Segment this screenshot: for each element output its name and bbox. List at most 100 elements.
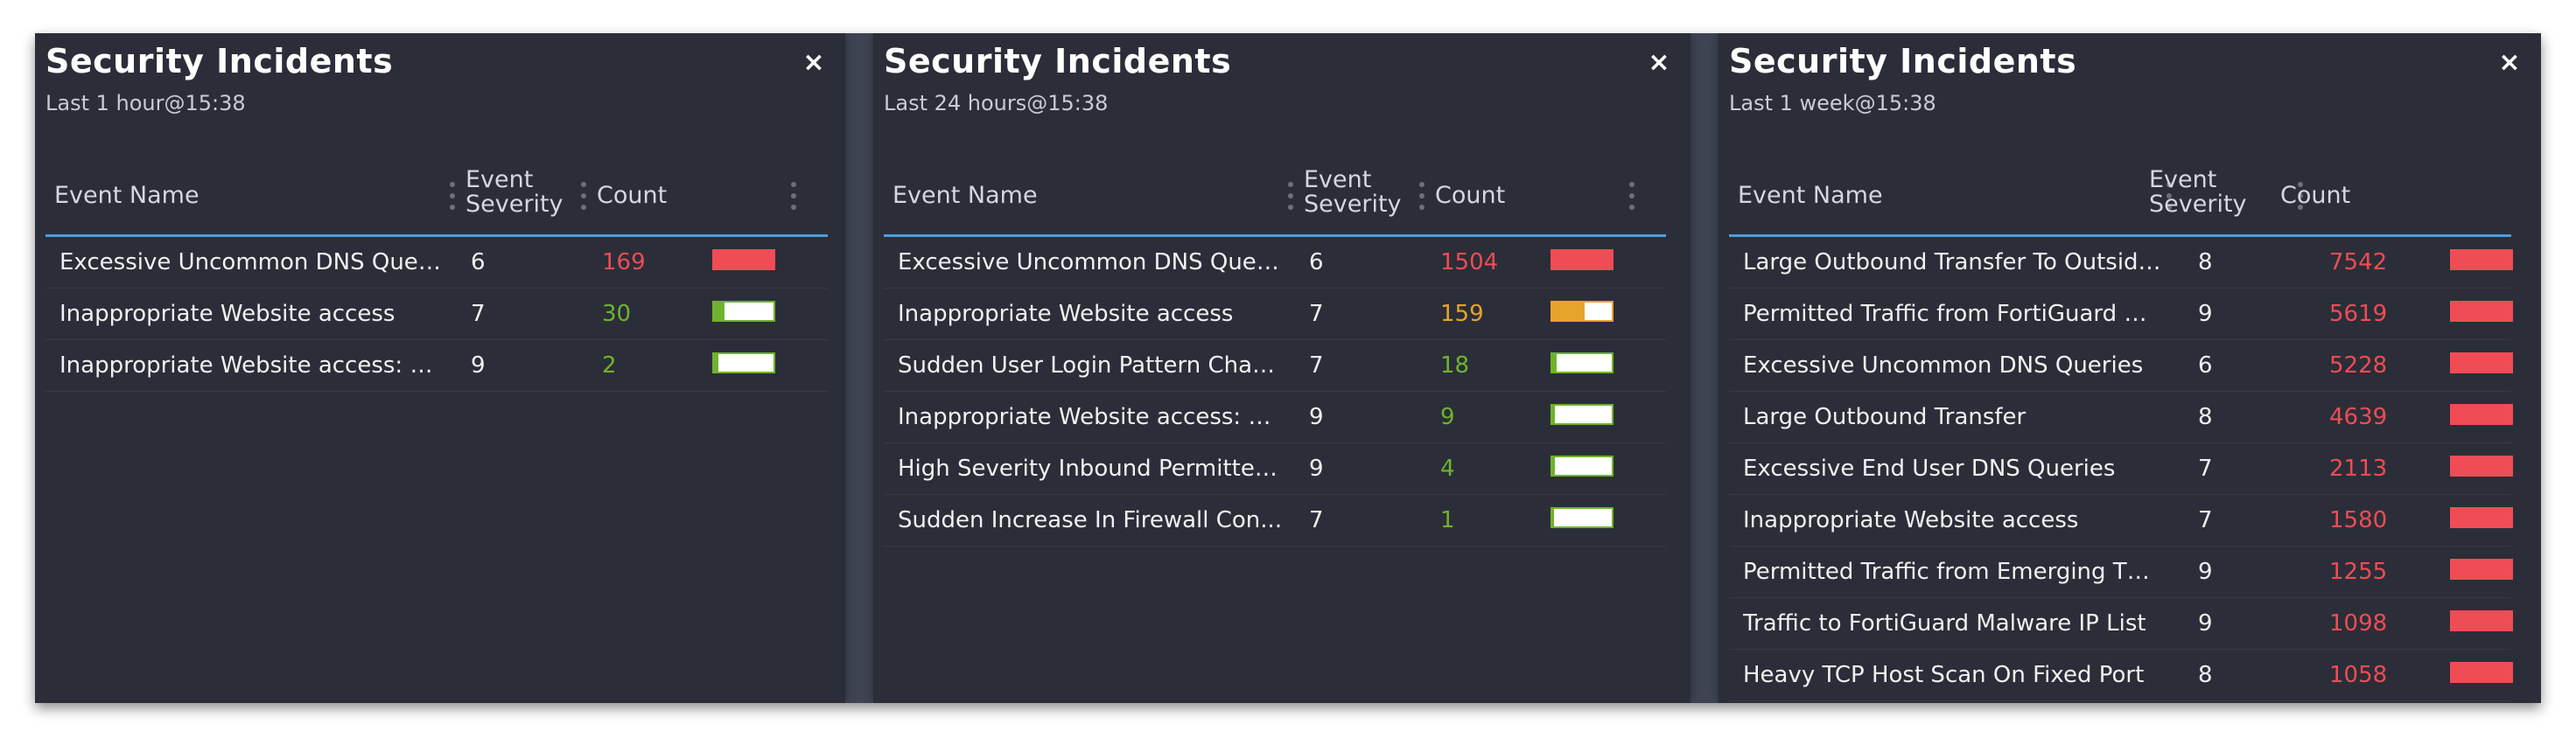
table-row[interactable]: Sudden User Login Pattern Change 7 18 bbox=[884, 340, 1666, 392]
count-bar-fill bbox=[1552, 406, 1556, 423]
event-name-cell: Inappropriate Website access: Hi... bbox=[60, 352, 444, 379]
event-name-cell: Traffic to FortiGuard Malware IP List bbox=[1743, 610, 2146, 637]
table-row[interactable]: High Severity Inbound Permitted... 9 4 bbox=[884, 443, 1666, 495]
count-bar-fill bbox=[1552, 354, 1557, 372]
widget-title: Security Incidents bbox=[884, 42, 1232, 80]
count-bar bbox=[2450, 404, 2513, 425]
incidents-table: Event Name Event Severity Count Excessive… bbox=[884, 156, 1666, 547]
event-name-cell: Inappropriate Website access bbox=[1743, 507, 2079, 533]
table-row[interactable]: Excessive End User DNS Queries 7 2113 bbox=[1729, 443, 2513, 495]
count-bar bbox=[2450, 249, 2513, 270]
close-icon[interactable]: × bbox=[800, 49, 828, 77]
close-icon[interactable]: × bbox=[2496, 49, 2524, 77]
count-bar bbox=[2450, 559, 2513, 580]
count-bar bbox=[1550, 507, 1614, 528]
count-bar bbox=[2450, 662, 2513, 683]
table-row[interactable]: Inappropriate Website access 7 30 bbox=[46, 289, 828, 340]
event-name-cell: Excessive Uncommon DNS Queries bbox=[60, 249, 444, 275]
table-row[interactable]: Permitted Traffic from Emerging Thr... 9 1… bbox=[1729, 547, 2513, 598]
count-cell: 1098 bbox=[2329, 610, 2388, 637]
event-name-cell: Heavy TCP Host Scan On Fixed Port bbox=[1743, 662, 2145, 688]
column-resize-handle[interactable] bbox=[1629, 182, 1634, 210]
table-row[interactable]: Sudden Increase In Firewall Con... 7 1 bbox=[884, 495, 1666, 547]
table-row[interactable]: Excessive Uncommon DNS Queries 6 5228 bbox=[1729, 340, 2513, 392]
count-bar bbox=[1550, 301, 1614, 322]
column-resize-handle[interactable] bbox=[1288, 182, 1293, 210]
column-header-count[interactable]: Count bbox=[2280, 182, 2350, 209]
event-severity-cell: 6 bbox=[1309, 249, 1324, 275]
event-severity-cell: 7 bbox=[2198, 456, 2213, 482]
event-name-cell: Large Outbound Transfer bbox=[1743, 404, 2026, 430]
count-cell: 1 bbox=[1440, 507, 1455, 533]
event-name-cell: Excessive Uncommon DNS Queries bbox=[1743, 352, 2144, 379]
table-row[interactable] bbox=[1729, 701, 2511, 703]
count-bar bbox=[2450, 301, 2513, 322]
widget-title: Security Incidents bbox=[46, 42, 394, 80]
column-header-event-severity[interactable]: Event Severity bbox=[1304, 168, 1402, 217]
table-body: Excessive Uncommon DNS Queries 6 169 Inappr… bbox=[46, 237, 828, 392]
event-severity-cell: 7 bbox=[1309, 352, 1324, 379]
table-row[interactable]: Large Outbound Transfer To Outside ... 8 7… bbox=[1729, 237, 2513, 289]
count-bar bbox=[1550, 404, 1614, 425]
count-cell: 9 bbox=[1440, 404, 1455, 430]
column-resize-handle[interactable] bbox=[581, 182, 586, 210]
count-cell: 169 bbox=[602, 249, 646, 275]
count-cell: 5228 bbox=[2329, 352, 2388, 379]
table-row[interactable]: Excessive Uncommon DNS Queries 6 1504 bbox=[884, 237, 1666, 289]
table-row[interactable]: Inappropriate Website access 7 159 bbox=[884, 289, 1666, 340]
count-bar bbox=[712, 249, 775, 270]
count-cell: 1058 bbox=[2329, 662, 2388, 688]
table-header: Event Name Event Severity Count bbox=[884, 156, 1666, 237]
event-name-cell: Large Outbound Transfer To Outside ... bbox=[1743, 249, 2163, 275]
table-row[interactable]: Permitted Traffic from FortiGuard Ma... 9… bbox=[1729, 289, 2513, 340]
count-cell: 5619 bbox=[2329, 301, 2388, 327]
event-severity-cell: 6 bbox=[471, 249, 486, 275]
column-header-event-severity[interactable]: Event Severity bbox=[466, 168, 564, 217]
widget-time-range: Last 24 hours@15:38 bbox=[884, 91, 1109, 115]
event-name-cell: Excessive Uncommon DNS Queries bbox=[898, 249, 1283, 275]
column-resize-handle[interactable] bbox=[791, 182, 796, 210]
column-header-count[interactable]: Count bbox=[1435, 182, 1505, 209]
table-row[interactable]: Heavy TCP Host Scan On Fixed Port 8 1058 bbox=[1729, 650, 2513, 701]
table-row[interactable]: Inappropriate Website access: Hi... 9 9 bbox=[884, 392, 1666, 443]
column-header-event-name[interactable]: Event Name bbox=[1738, 182, 1883, 209]
count-cell: 1504 bbox=[1440, 249, 1499, 275]
event-name-cell: Inappropriate Website access: Hi... bbox=[898, 404, 1283, 430]
count-cell: 159 bbox=[1440, 301, 1484, 327]
count-bar bbox=[1550, 352, 1614, 373]
count-bar-fill bbox=[1552, 457, 1555, 475]
event-name-cell: High Severity Inbound Permitted... bbox=[898, 456, 1283, 482]
column-resize-handle[interactable] bbox=[1419, 182, 1424, 210]
count-bar-fill bbox=[714, 354, 719, 372]
column-header-event-severity[interactable]: Event Severity bbox=[2149, 168, 2247, 217]
count-cell: 4639 bbox=[2329, 404, 2388, 430]
table-row[interactable]: Large Outbound Transfer 8 4639 bbox=[1729, 392, 2513, 443]
count-bar bbox=[1550, 456, 1614, 477]
event-severity-cell: 9 bbox=[1309, 404, 1324, 430]
count-bar bbox=[712, 352, 775, 373]
event-name-cell: Permitted Traffic from FortiGuard Ma... bbox=[1743, 301, 2163, 327]
count-bar-fill bbox=[714, 303, 725, 320]
event-name-cell: Inappropriate Website access bbox=[60, 301, 396, 327]
count-cell: 1580 bbox=[2329, 507, 2388, 533]
close-icon[interactable]: × bbox=[1645, 49, 1673, 77]
table-row[interactable]: Excessive Uncommon DNS Queries 6 169 bbox=[46, 237, 828, 289]
column-header-count[interactable]: Count bbox=[597, 182, 667, 209]
column-header-event-name[interactable]: Event Name bbox=[54, 182, 200, 209]
event-name-cell: Inappropriate Website access bbox=[898, 301, 1234, 327]
count-bar-fill bbox=[1552, 509, 1555, 526]
column-resize-handle[interactable] bbox=[450, 182, 455, 210]
event-severity-cell: 8 bbox=[2198, 404, 2213, 430]
event-name-cell: Sudden Increase In Firewall Con... bbox=[898, 507, 1283, 533]
event-severity-cell: 8 bbox=[2198, 249, 2213, 275]
count-bar bbox=[2450, 507, 2513, 528]
column-header-event-name[interactable]: Event Name bbox=[892, 182, 1038, 209]
table-row[interactable]: Inappropriate Website access: Hi... 9 2 bbox=[46, 340, 828, 392]
table-row[interactable]: Traffic to FortiGuard Malware IP List 9 10… bbox=[1729, 598, 2513, 650]
event-severity-cell: 9 bbox=[471, 352, 486, 379]
table-row[interactable]: Inappropriate Website access 7 1580 bbox=[1729, 495, 2513, 547]
count-bar bbox=[712, 301, 775, 322]
event-severity-cell: 6 bbox=[2198, 352, 2213, 379]
widget-title: Security Incidents bbox=[1729, 42, 2077, 80]
widget-time-range: Last 1 hour@15:38 bbox=[46, 91, 246, 115]
